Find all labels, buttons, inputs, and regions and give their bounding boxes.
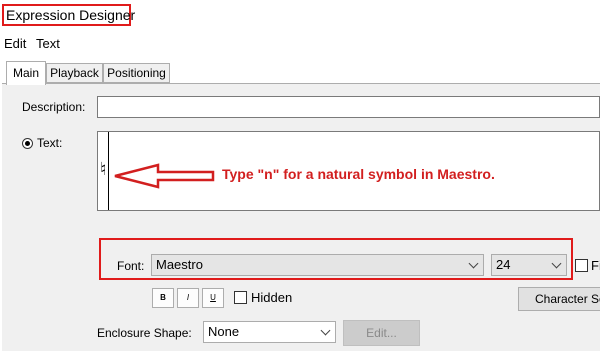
natural-symbol-glyph: ♮ (100, 159, 107, 180)
font-size-value: 24 (496, 257, 511, 272)
font-label: Font: (117, 259, 145, 273)
enclosure-shape-label: Enclosure Shape: (97, 326, 192, 340)
chevron-down-icon (551, 258, 562, 269)
hidden-checkbox[interactable] (234, 291, 247, 304)
main-panel (2, 83, 600, 351)
menu-edit[interactable]: Edit (4, 36, 26, 51)
fixed-size-label: Fi (591, 258, 600, 273)
chevron-down-icon (320, 325, 331, 336)
text-radio-button[interactable] (22, 138, 33, 149)
italic-button[interactable]: I (177, 288, 199, 308)
tab-playback[interactable]: Playback (46, 63, 103, 83)
window-title: Expression Designer (6, 7, 136, 23)
fixed-size-checkbox[interactable] (575, 259, 588, 272)
text-cursor-line (108, 132, 109, 210)
font-dropdown[interactable]: Maestro (151, 254, 484, 276)
enclosure-shape-value: None (208, 324, 240, 339)
bold-button[interactable]: B (152, 288, 174, 308)
menu-text[interactable]: Text (36, 36, 60, 51)
red-arrow-icon (114, 163, 215, 189)
tab-positioning[interactable]: Positioning (103, 63, 170, 83)
description-label: Description: (22, 100, 86, 114)
chevron-down-icon (468, 258, 479, 269)
description-field[interactable] (97, 96, 600, 118)
enclosure-shape-dropdown[interactable]: None (203, 321, 336, 343)
font-dropdown-value: Maestro (156, 257, 203, 272)
hidden-label: Hidden (251, 290, 293, 305)
tab-main[interactable]: Main (6, 61, 46, 85)
annotation-text: Type "n" for a natural symbol in Maestro… (222, 166, 495, 182)
enclosure-edit-button[interactable]: Edit... (343, 320, 420, 346)
character-select-button[interactable]: Character Se (518, 287, 600, 311)
underline-button[interactable]: U (202, 288, 224, 308)
font-size-dropdown[interactable]: 24 (491, 254, 567, 276)
text-label: Text: (37, 136, 63, 150)
